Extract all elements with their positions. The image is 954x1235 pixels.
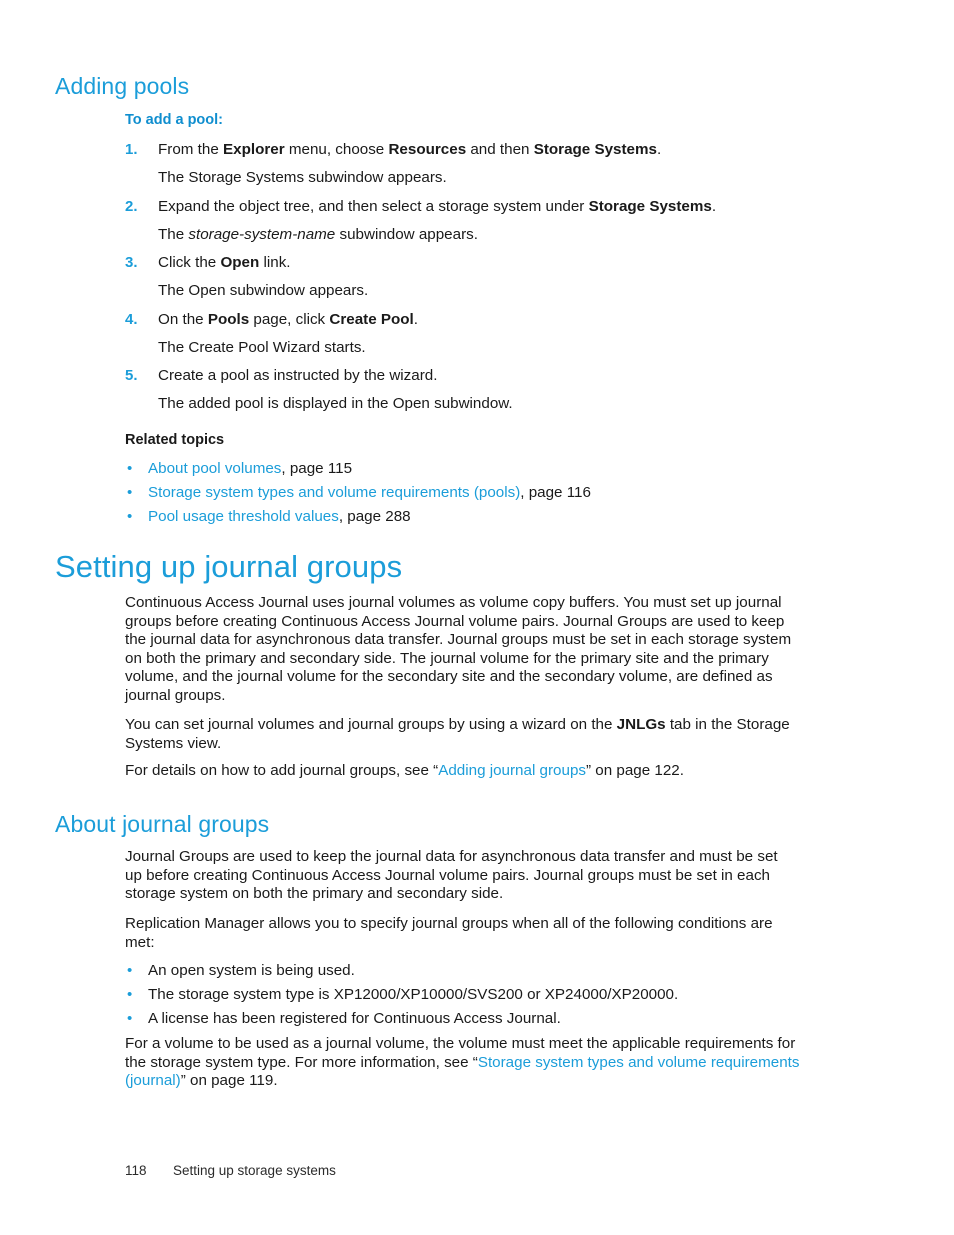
- step-text: From the Explorer menu, choose Resources…: [158, 141, 815, 160]
- text-run: The: [158, 226, 189, 243]
- text-run: Expand the object tree, and then select …: [158, 198, 589, 215]
- cross-reference-link[interactable]: Storage system types and volume requirem…: [148, 484, 520, 501]
- condition-text: The storage system type is XP12000/XP100…: [148, 986, 679, 1003]
- text-run: link.: [259, 254, 291, 271]
- related-topic-text: Pool usage threshold values, page 288: [148, 508, 825, 527]
- heading-adding-pools: Adding pools: [55, 73, 190, 99]
- condition-text: An open system is being used.: [148, 962, 355, 979]
- page-footer: 118 Setting up storage systems: [125, 1163, 336, 1179]
- page-reference: , page 288: [338, 508, 411, 525]
- bullet-icon: •: [127, 1010, 133, 1027]
- bullet-icon: •: [127, 508, 133, 525]
- step-number: 2.: [125, 198, 138, 215]
- text-run: You can set journal volumes and journal …: [125, 716, 617, 733]
- text-run: ” on page 122.: [585, 762, 684, 779]
- text-run: page, click: [249, 311, 330, 328]
- cross-reference-link[interactable]: Pool usage threshold values: [148, 508, 339, 525]
- emphasis-bold: Open: [220, 254, 260, 271]
- step-text: Click the Open link.: [158, 254, 815, 273]
- related-topic-text: Storage system types and volume requirem…: [148, 484, 825, 503]
- text-run: From the: [158, 141, 223, 158]
- text-run: subwindow appears.: [335, 226, 478, 243]
- step-result: The Create Pool Wizard starts.: [158, 339, 366, 356]
- text-run: .: [413, 311, 419, 328]
- emphasis-bold: Pools: [207, 311, 250, 328]
- condition-item: • A license has been registered for Cont…: [125, 1010, 825, 1029]
- paragraph-jnlgs-tab: You can set journal volumes and journal …: [125, 716, 801, 753]
- step-number: 5.: [125, 367, 138, 384]
- text-run: .: [656, 141, 662, 158]
- step-item: 1. From the Explorer menu, choose Resour…: [125, 141, 815, 160]
- step-number: 3.: [125, 254, 138, 271]
- document-page: Adding pools To add a pool: 1. From the …: [0, 0, 954, 1235]
- bullet-icon: •: [127, 962, 133, 979]
- text-run: On the: [158, 311, 208, 328]
- step-text: Create a pool as instructed by the wizar…: [158, 367, 815, 386]
- step-result: The storage-system-name subwindow appear…: [158, 226, 478, 245]
- paragraph-journal-groups-intro: Continuous Access Journal uses journal v…: [125, 594, 792, 704]
- related-topic-text: About pool volumes, page 115: [148, 460, 825, 479]
- subheading-to-add-a-pool: To add a pool:: [125, 112, 223, 128]
- step-number: 4.: [125, 311, 138, 328]
- text-run: menu, choose: [284, 141, 389, 158]
- bullet-icon: •: [127, 484, 133, 501]
- bullet-icon: •: [127, 986, 133, 1003]
- step-result: The Open subwindow appears.: [158, 282, 369, 299]
- bullet-icon: •: [127, 460, 133, 477]
- paragraph-about-journal-groups: Journal Groups are used to keep the jour…: [125, 848, 778, 903]
- step-result: The added pool is displayed in the Open …: [158, 395, 513, 412]
- text-run: For details on how to add journal groups…: [125, 762, 439, 779]
- step-item: 3. Click the Open link.: [125, 254, 815, 273]
- step-item: 4. On the Pools page, click Create Pool.: [125, 311, 815, 330]
- step-text: Expand the object tree, and then select …: [158, 198, 815, 217]
- page-reference: , page 115: [281, 460, 353, 477]
- text-run: Create a pool as instructed by the wizar…: [158, 367, 438, 384]
- cross-reference-link[interactable]: About pool volumes: [148, 460, 281, 477]
- condition-text: A license has been registered for Contin…: [148, 1010, 561, 1027]
- condition-item: • The storage system type is XP12000/XP1…: [125, 986, 825, 1005]
- emphasis-bold: JNLGs: [616, 716, 666, 733]
- related-topic-item[interactable]: • Storage system types and volume requir…: [125, 484, 825, 503]
- emphasis-bold: Resources: [388, 141, 467, 158]
- page-reference: , page 116: [520, 484, 591, 501]
- paragraph-replication-manager-conditions: Replication Manager allows you to specif…: [125, 915, 773, 951]
- emphasis-bold: Storage Systems: [533, 141, 657, 158]
- footer-page-number: 118: [125, 1163, 147, 1178]
- related-topic-item[interactable]: • About pool volumes, page 115: [125, 460, 825, 479]
- step-text: On the Pools page, click Create Pool.: [158, 311, 815, 330]
- paragraph-adding-journal-groups-xref: For details on how to add journal groups…: [125, 762, 825, 781]
- text-run: and then: [466, 141, 534, 158]
- emphasis-bold: Storage Systems: [588, 198, 712, 215]
- step-item: 5. Create a pool as instructed by the wi…: [125, 367, 815, 386]
- step-result: The Storage Systems subwindow appears.: [158, 169, 447, 186]
- heading-about-journal-groups: About journal groups: [55, 811, 270, 837]
- emphasis-italic: storage-system-name: [188, 226, 336, 243]
- text-run: .: [711, 198, 717, 215]
- heading-setting-up-journal-groups: Setting up journal groups: [55, 549, 403, 584]
- paragraph-journal-volume-requirements: For a volume to be used as a journal vol…: [125, 1035, 800, 1091]
- condition-item: • An open system is being used.: [125, 962, 825, 981]
- step-number: 1.: [125, 141, 138, 158]
- related-topic-item[interactable]: • Pool usage threshold values, page 288: [125, 508, 825, 527]
- emphasis-bold: Explorer: [223, 141, 285, 158]
- footer-section-title: Setting up storage systems: [173, 1163, 336, 1178]
- emphasis-bold: Create Pool: [329, 311, 414, 328]
- text-run: Click the: [158, 254, 221, 271]
- text-run: ” on page 119.: [180, 1072, 278, 1090]
- step-item: 2. Expand the object tree, and then sele…: [125, 198, 815, 217]
- cross-reference-link[interactable]: Adding journal groups: [438, 762, 586, 779]
- heading-related-topics: Related topics: [125, 432, 225, 448]
